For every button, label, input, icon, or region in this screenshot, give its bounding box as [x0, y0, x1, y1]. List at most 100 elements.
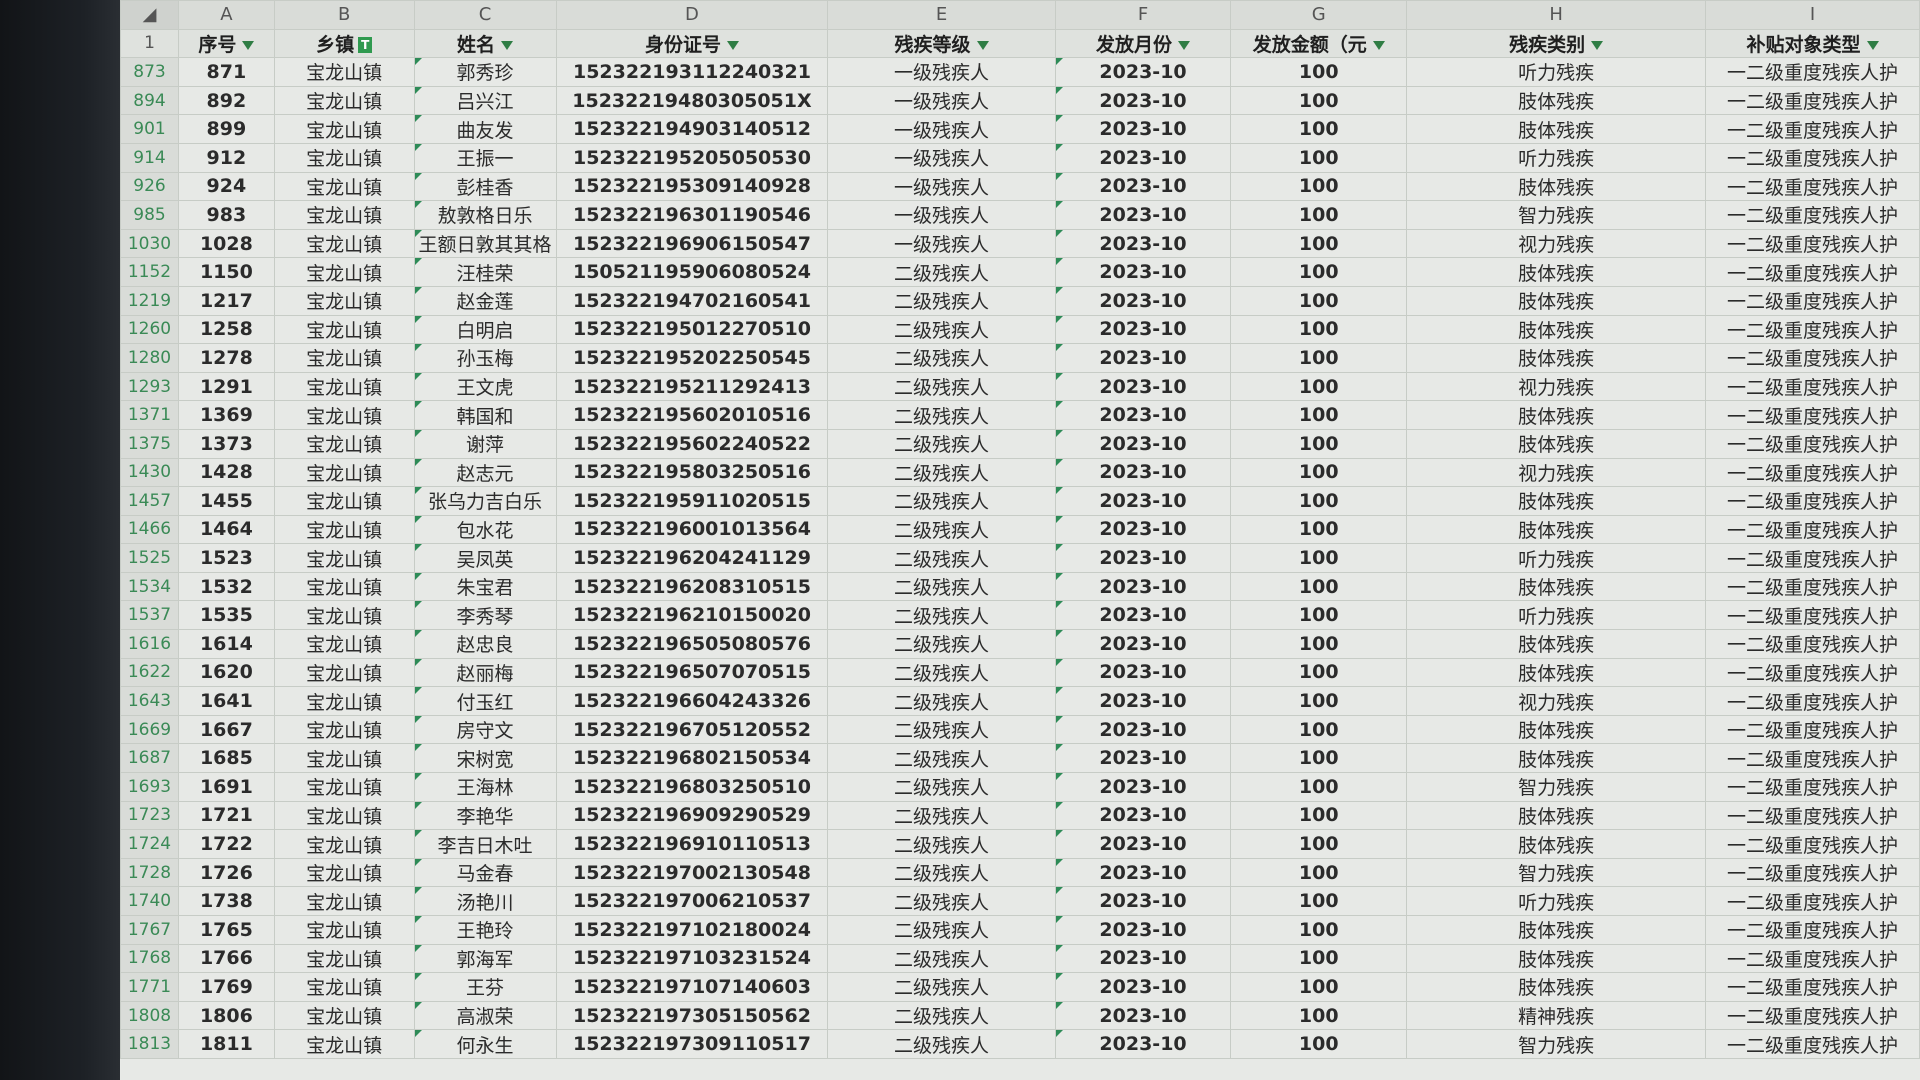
cell-month[interactable]: 2023-10	[1054, 257, 1232, 287]
cell-town[interactable]: 宝龙山镇	[273, 371, 415, 402]
cell-month[interactable]: 2023-10	[1054, 743, 1232, 774]
cell-disability-level[interactable]: 二级残疾人	[827, 714, 1056, 745]
column-letter-a[interactable]: A	[177, 0, 275, 30]
column-letter-f[interactable]: F	[1054, 0, 1232, 30]
cell-name[interactable]: 高淑荣	[413, 1000, 557, 1031]
cell-name[interactable]: 敖敦格日乐	[413, 200, 557, 230]
cell-town[interactable]: 宝龙山镇	[273, 629, 415, 659]
cell-amount[interactable]: 100	[1230, 400, 1408, 430]
row-number[interactable]: 1457	[120, 486, 179, 516]
cell-id-number[interactable]: 152322196802150534	[555, 743, 829, 774]
cell-amount[interactable]: 100	[1230, 114, 1408, 144]
row-number[interactable]: 1728	[120, 857, 179, 888]
cell-disability-level[interactable]: 二级残疾人	[827, 829, 1056, 859]
cell-town[interactable]: 宝龙山镇	[273, 543, 415, 573]
row-number[interactable]: 1525	[120, 543, 179, 573]
cell-month[interactable]: 2023-10	[1054, 886, 1232, 916]
cell-serial-no[interactable]: 1028	[177, 228, 275, 259]
cell-disability-category[interactable]: 肢体残疾	[1406, 257, 1707, 287]
cell-serial-no[interactable]: 1535	[177, 600, 275, 631]
cell-subsidy-type[interactable]: 一二级重度残疾人护	[1705, 829, 1920, 859]
cell-disability-category[interactable]: 视力残疾	[1406, 371, 1707, 402]
cell-disability-level[interactable]: 二级残疾人	[827, 457, 1056, 488]
cell-town[interactable]: 宝龙山镇	[273, 400, 415, 430]
cell-amount[interactable]: 100	[1230, 657, 1408, 688]
cell-month[interactable]: 2023-10	[1054, 943, 1232, 974]
cell-disability-level[interactable]: 二级残疾人	[827, 343, 1056, 373]
cell-id-number[interactable]: 152322196301190546	[555, 200, 829, 230]
cell-serial-no[interactable]: 1620	[177, 657, 275, 688]
cell-id-number[interactable]: 152322196705120552	[555, 714, 829, 745]
cell-subsidy-type[interactable]: 一二级重度残疾人护	[1705, 57, 1920, 87]
cell-amount[interactable]: 100	[1230, 428, 1408, 459]
cell-subsidy-type[interactable]: 一二级重度残疾人护	[1705, 600, 1920, 631]
cell-amount[interactable]: 100	[1230, 228, 1408, 259]
cell-serial-no[interactable]: 1726	[177, 857, 275, 888]
cell-town[interactable]: 宝龙山镇	[273, 200, 415, 230]
column-letter-e[interactable]: E	[827, 0, 1056, 30]
cell-name[interactable]: 韩国和	[413, 400, 557, 430]
row-number[interactable]: 926	[120, 171, 179, 202]
cell-disability-level[interactable]: 一级残疾人	[827, 114, 1056, 144]
cell-town[interactable]: 宝龙山镇	[273, 285, 415, 316]
cell-id-number[interactable]: 15232219480305051X	[555, 85, 829, 116]
cell-month[interactable]: 2023-10	[1054, 114, 1232, 144]
row-number[interactable]: 894	[120, 85, 179, 116]
cell-town[interactable]: 宝龙山镇	[273, 314, 415, 345]
cell-subsidy-type[interactable]: 一二级重度残疾人护	[1705, 1029, 1920, 1059]
cell-id-number[interactable]: 152322195803250516	[555, 457, 829, 488]
row-number[interactable]: 1537	[120, 600, 179, 631]
cell-id-number[interactable]: 152322196208310515	[555, 571, 829, 602]
row-number[interactable]: 1693	[120, 772, 179, 802]
row-number[interactable]: 1768	[120, 943, 179, 974]
cell-disability-level[interactable]: 二级残疾人	[827, 600, 1056, 631]
row-number[interactable]: 1375	[120, 428, 179, 459]
filter-dropdown-icon[interactable]	[1372, 40, 1385, 50]
cell-amount[interactable]: 100	[1230, 486, 1408, 516]
row-number[interactable]: 1740	[120, 886, 179, 916]
cell-disability-level[interactable]: 二级残疾人	[827, 943, 1056, 974]
header-cell-town[interactable]: 乡镇 T	[273, 28, 415, 59]
cell-name[interactable]: 郭海军	[413, 943, 557, 974]
cell-subsidy-type[interactable]: 一二级重度残疾人护	[1705, 457, 1920, 488]
cell-amount[interactable]: 100	[1230, 171, 1408, 202]
cell-name[interactable]: 白明启	[413, 314, 557, 345]
cell-serial-no[interactable]: 1217	[177, 285, 275, 316]
cell-serial-no[interactable]: 1722	[177, 829, 275, 859]
cell-subsidy-type[interactable]: 一二级重度残疾人护	[1705, 285, 1920, 316]
cell-serial-no[interactable]: 1765	[177, 915, 275, 945]
cell-month[interactable]: 2023-10	[1054, 142, 1232, 173]
cell-disability-level[interactable]: 二级残疾人	[827, 743, 1056, 774]
cell-disability-category[interactable]: 肢体残疾	[1406, 657, 1707, 688]
cell-amount[interactable]: 100	[1230, 972, 1408, 1002]
cell-month[interactable]: 2023-10	[1054, 772, 1232, 802]
cell-town[interactable]: 宝龙山镇	[273, 1029, 415, 1059]
select-all-corner[interactable]: ◢	[120, 0, 179, 30]
filter-dropdown-icon[interactable]	[726, 40, 739, 50]
cell-month[interactable]: 2023-10	[1054, 228, 1232, 259]
cell-id-number[interactable]: 152322193112240321	[555, 57, 829, 87]
cell-id-number[interactable]: 152322197002130548	[555, 857, 829, 888]
cell-town[interactable]: 宝龙山镇	[273, 743, 415, 774]
cell-name[interactable]: 李艳华	[413, 800, 557, 831]
cell-town[interactable]: 宝龙山镇	[273, 1000, 415, 1031]
cell-month[interactable]: 2023-10	[1054, 314, 1232, 345]
cell-month[interactable]: 2023-10	[1054, 629, 1232, 659]
cell-name[interactable]: 付玉红	[413, 686, 557, 716]
cell-name[interactable]: 朱宝君	[413, 571, 557, 602]
cell-id-number[interactable]: 152322194903140512	[555, 114, 829, 144]
cell-disability-category[interactable]: 视力残疾	[1406, 457, 1707, 488]
cell-disability-category[interactable]: 肢体残疾	[1406, 800, 1707, 831]
cell-name[interactable]: 房守文	[413, 714, 557, 745]
cell-amount[interactable]: 100	[1230, 800, 1408, 831]
cell-month[interactable]: 2023-10	[1054, 457, 1232, 488]
cell-subsidy-type[interactable]: 一二级重度残疾人护	[1705, 314, 1920, 345]
cell-name[interactable]: 包水花	[413, 514, 557, 545]
cell-id-number[interactable]: 152322195911020515	[555, 486, 829, 516]
cell-disability-category[interactable]: 听力残疾	[1406, 142, 1707, 173]
cell-subsidy-type[interactable]: 一二级重度残疾人护	[1705, 371, 1920, 402]
cell-amount[interactable]: 100	[1230, 943, 1408, 974]
header-cell-amount[interactable]: 发放金额（元	[1230, 28, 1408, 59]
cell-name[interactable]: 赵丽梅	[413, 657, 557, 688]
cell-serial-no[interactable]: 1685	[177, 743, 275, 774]
